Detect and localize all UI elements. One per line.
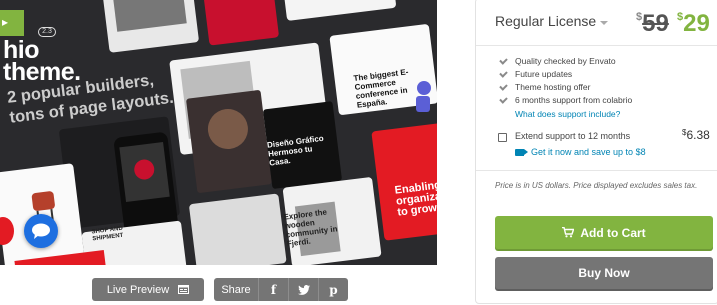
license-label: Regular License xyxy=(495,13,597,29)
live-preview-label: Live Preview xyxy=(106,283,170,296)
divider xyxy=(476,170,717,171)
extend-price-value: 6.38 xyxy=(686,128,710,142)
feature-text: Theme hosting offer xyxy=(515,82,591,92)
extend-offer-text: Get it now and save up to $8 xyxy=(531,147,646,157)
add-to-cart-label: Add to Cart xyxy=(580,225,646,240)
chat-button[interactable] xyxy=(24,214,58,248)
current-price: $29 xyxy=(677,10,710,38)
feature-text: 6 months support from colabrio xyxy=(515,95,633,105)
current-price-value: 29 xyxy=(683,10,710,37)
current-price-currency: $ xyxy=(677,11,684,23)
pinterest-share-button[interactable]: p xyxy=(318,278,348,301)
feature-list: Quality checked by Envato Future updates… xyxy=(498,55,632,107)
checkmark-icon xyxy=(498,68,507,81)
twitter-icon xyxy=(297,284,310,295)
tile-enabling-text: Enabling organizations to grow xyxy=(394,179,437,219)
feature-text: Quality checked by Envato xyxy=(515,56,616,66)
extend-offer: Get it now and save up to $8 xyxy=(515,147,646,157)
preview-hero-title: hio theme. xyxy=(3,38,81,85)
item-purchase-page: ▸ 2.3 hio theme. 2 popular builders, ton… xyxy=(0,0,717,305)
buy-now-button[interactable]: Buy Now xyxy=(495,257,713,289)
chat-icon xyxy=(32,223,50,239)
share-bar: Share f p xyxy=(214,278,348,301)
tile-explore-text: Explore the wooden community in Fjerdi. xyxy=(283,207,338,249)
live-preview-button[interactable]: Live Preview xyxy=(92,278,204,301)
divider xyxy=(476,45,717,46)
chevron-down-icon xyxy=(600,20,609,25)
price-note: Price is in US dollars. Price displayed … xyxy=(495,181,698,190)
support-info-link[interactable]: What does support include? xyxy=(515,109,620,119)
cart-icon xyxy=(562,227,575,238)
facebook-share-button[interactable]: f xyxy=(258,278,288,301)
old-price-value: 59 xyxy=(642,10,669,37)
feature-text: Future updates xyxy=(515,69,573,79)
price-tag-icon xyxy=(515,148,528,156)
old-price-currency: $ xyxy=(636,11,643,23)
tag-icon: ▸ xyxy=(2,15,9,29)
buy-now-label: Buy Now xyxy=(578,266,630,280)
license-selector[interactable]: Regular License xyxy=(495,13,609,29)
checkmark-icon xyxy=(498,81,507,94)
extend-support-price: $6.38 xyxy=(682,128,710,142)
browser-window-icon xyxy=(178,285,190,294)
feature-item: Quality checked by Envato xyxy=(498,55,632,68)
theme-preview-image[interactable]: ▸ 2.3 hio theme. 2 popular builders, ton… xyxy=(0,0,437,265)
feature-item: Theme hosting offer xyxy=(498,81,632,94)
share-label: Share xyxy=(214,278,258,301)
twitter-share-button[interactable] xyxy=(288,278,318,301)
old-price: $59 xyxy=(636,10,669,38)
extend-support-label[interactable]: Extend support to 12 months xyxy=(515,131,665,141)
checkmark-icon xyxy=(498,94,507,107)
facebook-icon: f xyxy=(270,282,277,297)
pinterest-icon: p xyxy=(329,282,338,297)
version-badge: 2.3 xyxy=(38,27,56,37)
feature-item: 6 months support from colabrio xyxy=(498,94,632,107)
feature-item: Future updates xyxy=(498,68,632,81)
checkmark-icon xyxy=(498,55,507,68)
purchase-panel: Regular License $59 $29 Quality checked … xyxy=(475,0,717,304)
add-to-cart-button[interactable]: Add to Cart xyxy=(495,216,713,249)
extend-support-checkbox[interactable] xyxy=(498,133,507,142)
